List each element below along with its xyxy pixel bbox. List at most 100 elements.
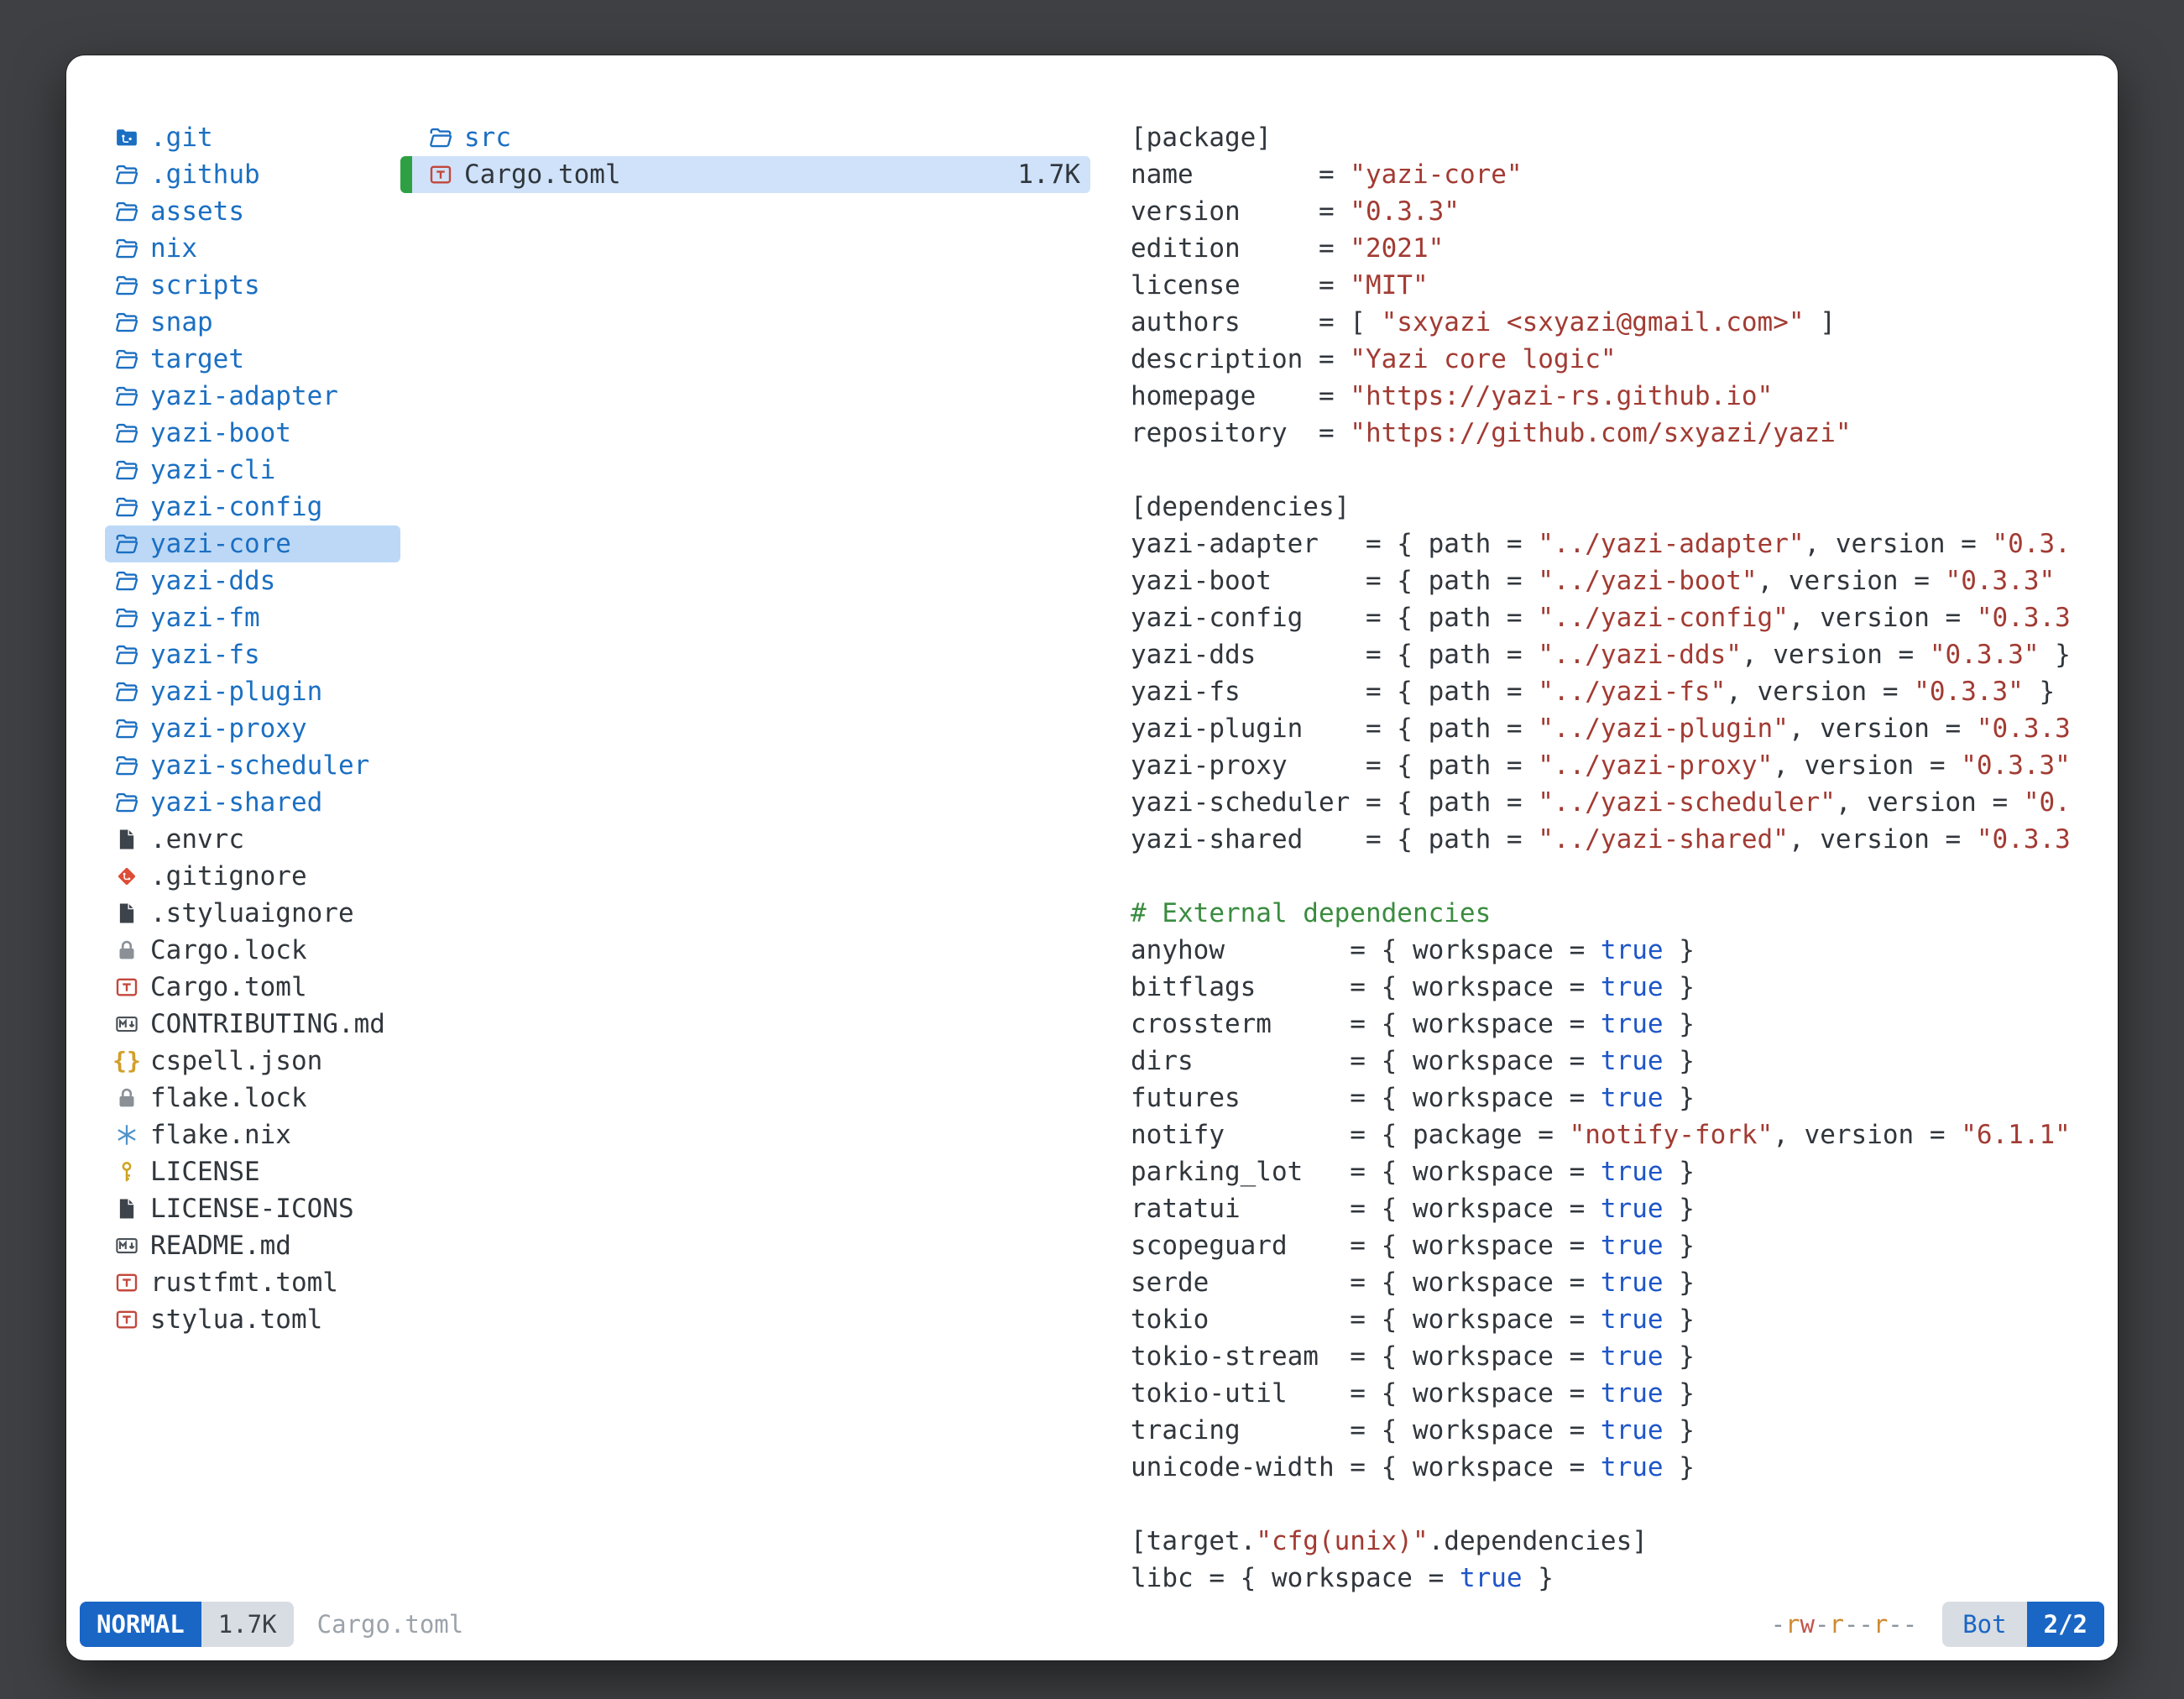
- file-item[interactable]: Cargo.lock: [105, 932, 400, 969]
- item-label: yazi-adapter: [150, 378, 338, 415]
- item-label: yazi-scheduler: [150, 747, 369, 784]
- dir-item[interactable]: .git: [105, 119, 400, 156]
- file-item[interactable]: Cargo.toml1.7K: [400, 156, 1090, 193]
- dir-item[interactable]: yazi-core: [105, 525, 400, 562]
- code-line: [target."cfg(unix)".dependencies]: [1131, 1523, 2069, 1560]
- code-line: yazi-shared = { path = "../yazi-shared",…: [1131, 821, 2069, 858]
- code-line: description = "Yazi core logic": [1131, 341, 2069, 378]
- item-label: yazi-proxy: [150, 710, 307, 747]
- code-line: [dependencies]: [1131, 489, 2069, 525]
- code-line: repository = "https://github.com/sxyazi/…: [1131, 415, 2069, 452]
- code-line: yazi-fs = { path = "../yazi-fs", version…: [1131, 673, 2069, 710]
- item-label: scripts: [150, 267, 260, 304]
- file-icon: [112, 898, 142, 928]
- item-label: yazi-core: [150, 525, 291, 562]
- file-counter-badge: 2/2: [2027, 1602, 2104, 1647]
- file-item[interactable]: LICENSE-ICONS: [105, 1190, 400, 1227]
- file-icon: [112, 824, 142, 855]
- item-label: src: [464, 119, 511, 156]
- dir-item[interactable]: yazi-cli: [105, 452, 400, 489]
- dir-item[interactable]: scripts: [105, 267, 400, 304]
- parent-directory-pane: .git.githubassetsnixscriptssnaptargetyaz…: [105, 119, 400, 1338]
- file-item[interactable]: Cargo.toml: [105, 969, 400, 1006]
- dir-item[interactable]: assets: [105, 193, 400, 230]
- item-label: .git: [150, 119, 213, 156]
- folder-icon: [112, 196, 142, 227]
- dir-item[interactable]: nix: [105, 230, 400, 267]
- dir-item[interactable]: .github: [105, 156, 400, 193]
- code-line: unicode-width = { workspace = true }: [1131, 1449, 2069, 1486]
- dir-item[interactable]: yazi-config: [105, 489, 400, 525]
- code-line: homepage = "https://yazi-rs.github.io": [1131, 378, 2069, 415]
- file-item[interactable]: flake.lock: [105, 1080, 400, 1116]
- dir-item[interactable]: yazi-scheduler: [105, 747, 400, 784]
- file-item[interactable]: .styluaignore: [105, 895, 400, 932]
- dir-item[interactable]: yazi-proxy: [105, 710, 400, 747]
- item-label: yazi-fs: [150, 636, 260, 673]
- code-line: license = "MIT": [1131, 267, 2069, 304]
- nix-icon: [112, 1120, 142, 1150]
- dir-item[interactable]: snap: [105, 304, 400, 341]
- dir-item[interactable]: target: [105, 341, 400, 378]
- folder-icon: [112, 677, 142, 707]
- dir-item[interactable]: yazi-plugin: [105, 673, 400, 710]
- mode-badge: NORMAL: [80, 1602, 201, 1647]
- code-line: yazi-config = { path = "../yazi-config",…: [1131, 599, 2069, 636]
- folder-icon: [112, 492, 142, 522]
- folder-icon: [112, 344, 142, 374]
- dir-item[interactable]: src: [400, 119, 1090, 156]
- file-item[interactable]: .gitignore: [105, 858, 400, 895]
- code-line: edition = "2021": [1131, 230, 2069, 267]
- item-size: 1.7K: [1017, 156, 1080, 193]
- markdown-icon: [112, 1231, 142, 1261]
- code-line: yazi-proxy = { path = "../yazi-proxy", v…: [1131, 747, 2069, 784]
- item-label: yazi-fm: [150, 599, 260, 636]
- folder-icon: [112, 307, 142, 337]
- yazi-window: .git.githubassetsnixscriptssnaptargetyaz…: [66, 55, 2118, 1660]
- item-label: snap: [150, 304, 213, 341]
- item-label: LICENSE-ICONS: [150, 1190, 354, 1227]
- folder-icon: [112, 455, 142, 485]
- dir-item[interactable]: yazi-adapter: [105, 378, 400, 415]
- status-bar-right: -rw-r--r-- Bot 2/2: [1771, 1602, 2104, 1647]
- code-line: futures = { workspace = true }: [1131, 1080, 2069, 1116]
- item-label: assets: [150, 193, 244, 230]
- item-label: Cargo.lock: [150, 932, 307, 969]
- dir-item[interactable]: yazi-boot: [105, 415, 400, 452]
- folder-icon: [112, 270, 142, 301]
- file-item[interactable]: LICENSE: [105, 1153, 400, 1190]
- code-line: dirs = { workspace = true }: [1131, 1043, 2069, 1080]
- dir-item[interactable]: yazi-fs: [105, 636, 400, 673]
- item-label: nix: [150, 230, 197, 267]
- item-label: flake.lock: [150, 1080, 307, 1116]
- panes-container: .git.githubassetsnixscriptssnaptargetyaz…: [66, 55, 2118, 1597]
- file-item[interactable]: stylua.toml: [105, 1301, 400, 1338]
- file-item[interactable]: rustfmt.toml: [105, 1264, 400, 1301]
- code-line: libc = { workspace = true }: [1131, 1560, 2069, 1597]
- dir-item[interactable]: yazi-fm: [105, 599, 400, 636]
- item-label: cspell.json: [150, 1043, 322, 1080]
- code-line: authors = [ "sxyazi <sxyazi@gmail.com>" …: [1131, 304, 2069, 341]
- markdown-icon: [112, 1009, 142, 1039]
- item-label: LICENSE: [150, 1153, 260, 1190]
- item-label: .envrc: [150, 821, 244, 858]
- dir-item[interactable]: yazi-dds: [105, 562, 400, 599]
- item-label: .styluaignore: [150, 895, 354, 932]
- dir-item[interactable]: yazi-shared: [105, 784, 400, 821]
- lock-icon: [112, 935, 142, 965]
- code-line: anyhow = { workspace = true }: [1131, 932, 2069, 969]
- code-line: tokio-stream = { workspace = true }: [1131, 1338, 2069, 1375]
- code-line: tracing = { workspace = true }: [1131, 1412, 2069, 1449]
- item-label: rustfmt.toml: [150, 1264, 338, 1301]
- code-line: ratatui = { workspace = true }: [1131, 1190, 2069, 1227]
- item-label: Cargo.toml: [150, 969, 307, 1006]
- file-item[interactable]: flake.nix: [105, 1116, 400, 1153]
- file-item[interactable]: CONTRIBUTING.md: [105, 1006, 400, 1043]
- file-item[interactable]: {}cspell.json: [105, 1043, 400, 1080]
- file-item[interactable]: .envrc: [105, 821, 400, 858]
- file-item[interactable]: README.md: [105, 1227, 400, 1264]
- status-bar: NORMAL 1.7K Cargo.toml -rw-r--r-- Bot 2/…: [80, 1602, 2104, 1647]
- code-line: bitflags = { workspace = true }: [1131, 969, 2069, 1006]
- git-folder-icon: [112, 123, 142, 153]
- code-line: # External dependencies: [1131, 895, 2069, 932]
